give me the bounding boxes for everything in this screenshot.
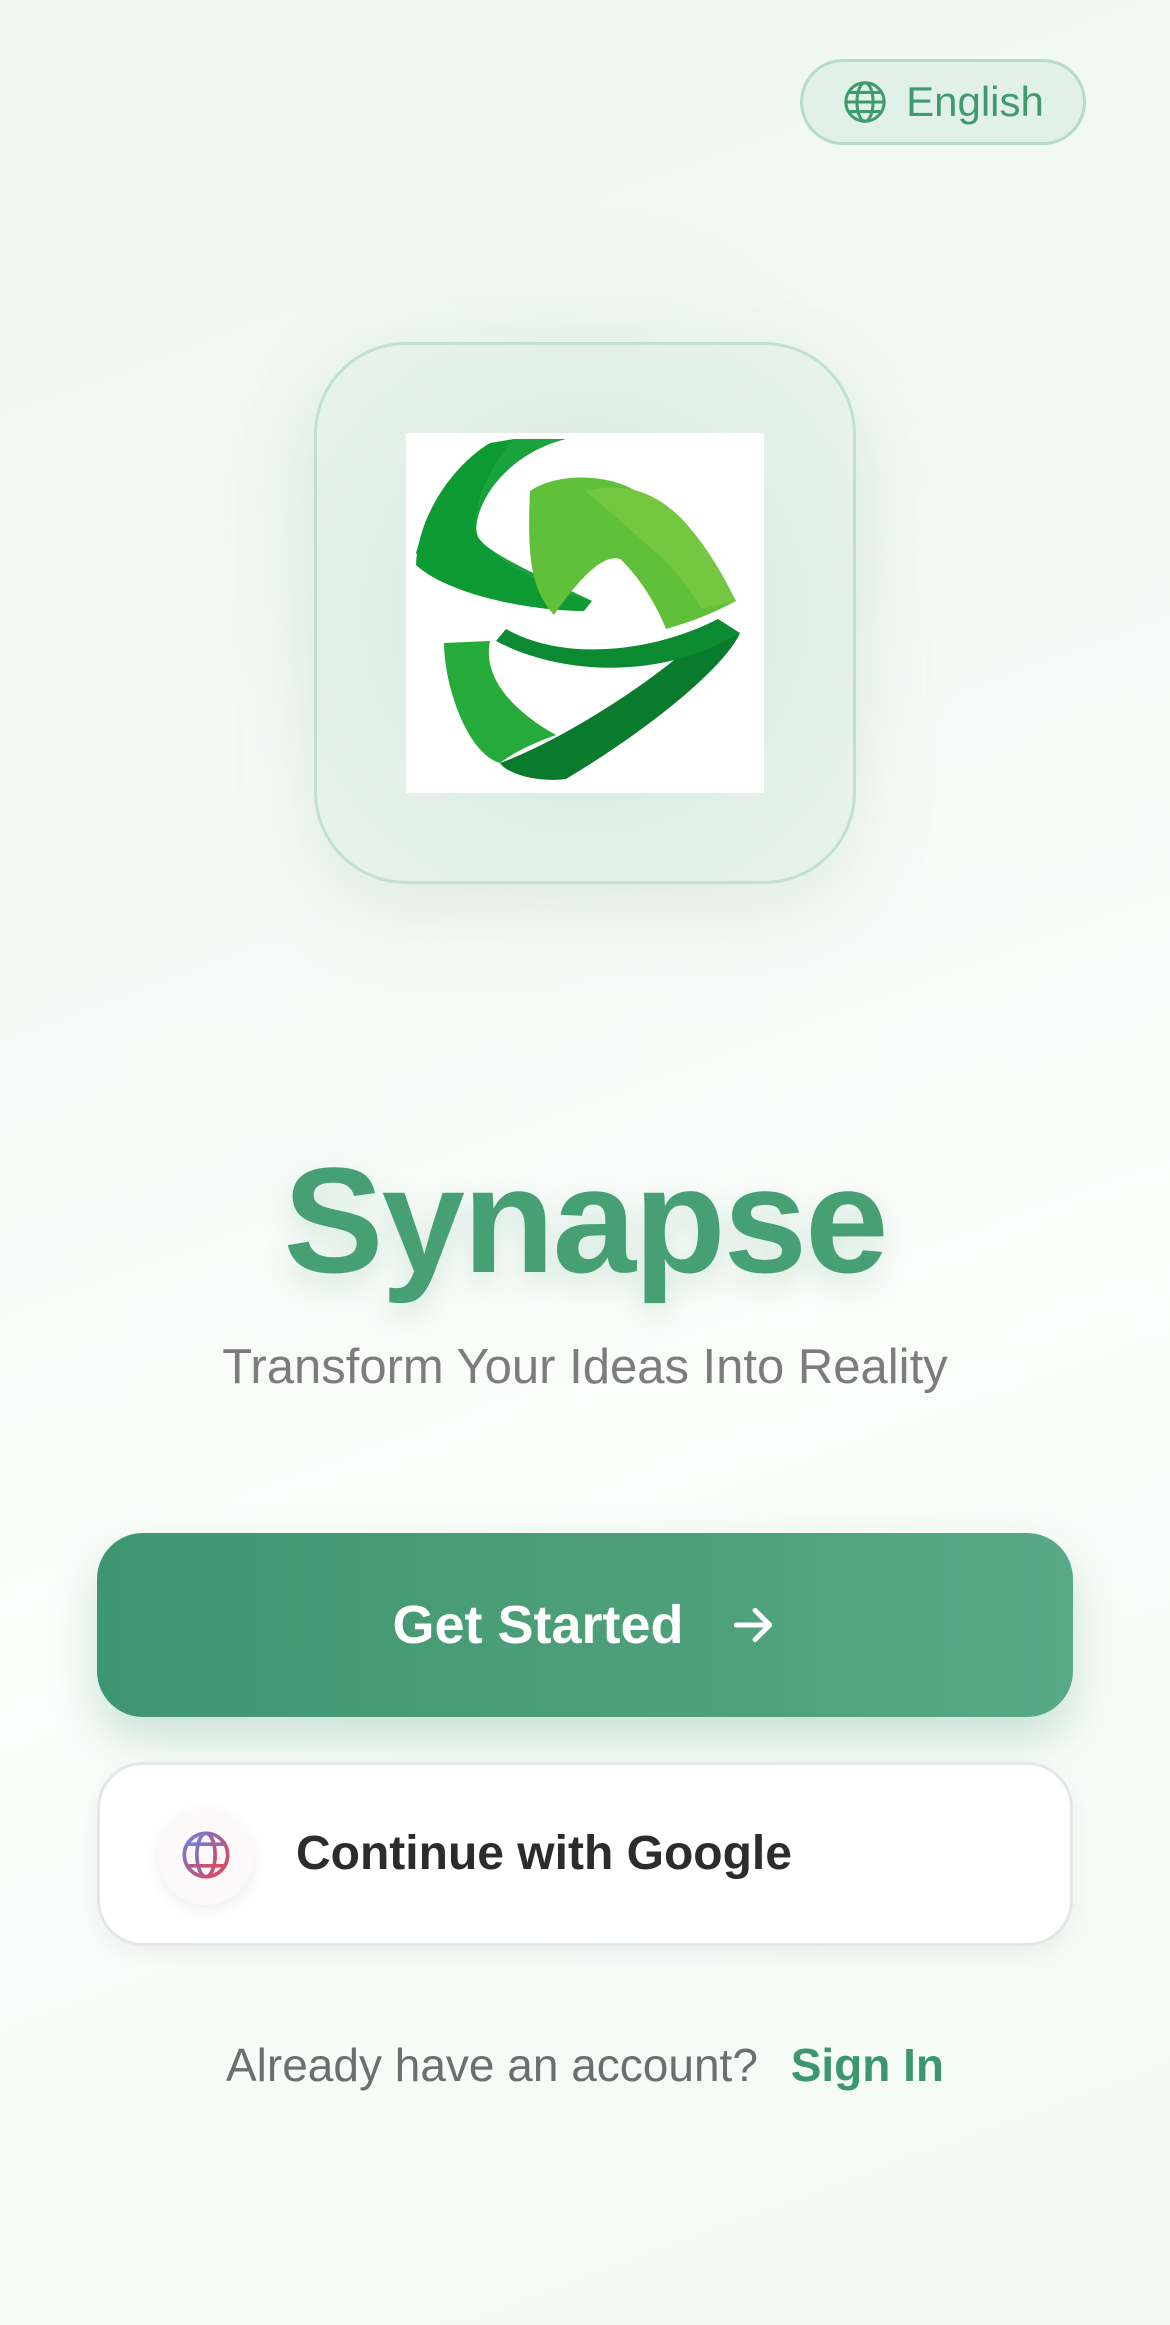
language-selector[interactable]: English xyxy=(800,59,1086,145)
continue-with-google-button[interactable]: Continue with Google xyxy=(97,1762,1073,1946)
google-icon-badge xyxy=(158,1809,254,1905)
language-label: English xyxy=(906,78,1044,125)
arrow-right-icon xyxy=(728,1600,778,1650)
sign-in-prompt: Already have an account? xyxy=(225,2039,758,2091)
app-title: Synapse xyxy=(283,1136,889,1304)
app-tagline: Transform Your Ideas Into Reality xyxy=(222,1340,948,1394)
globe-icon xyxy=(180,1829,232,1886)
sign-in-link[interactable]: Sign In xyxy=(791,2039,944,2091)
sign-in-row: Already have an account? Sign In xyxy=(0,2035,1170,2095)
globe-icon xyxy=(842,79,888,125)
app-logo xyxy=(406,433,764,793)
get-started-button[interactable]: Get Started xyxy=(97,1533,1073,1717)
get-started-label: Get Started xyxy=(392,1595,684,1655)
google-button-label: Continue with Google xyxy=(296,1827,792,1880)
